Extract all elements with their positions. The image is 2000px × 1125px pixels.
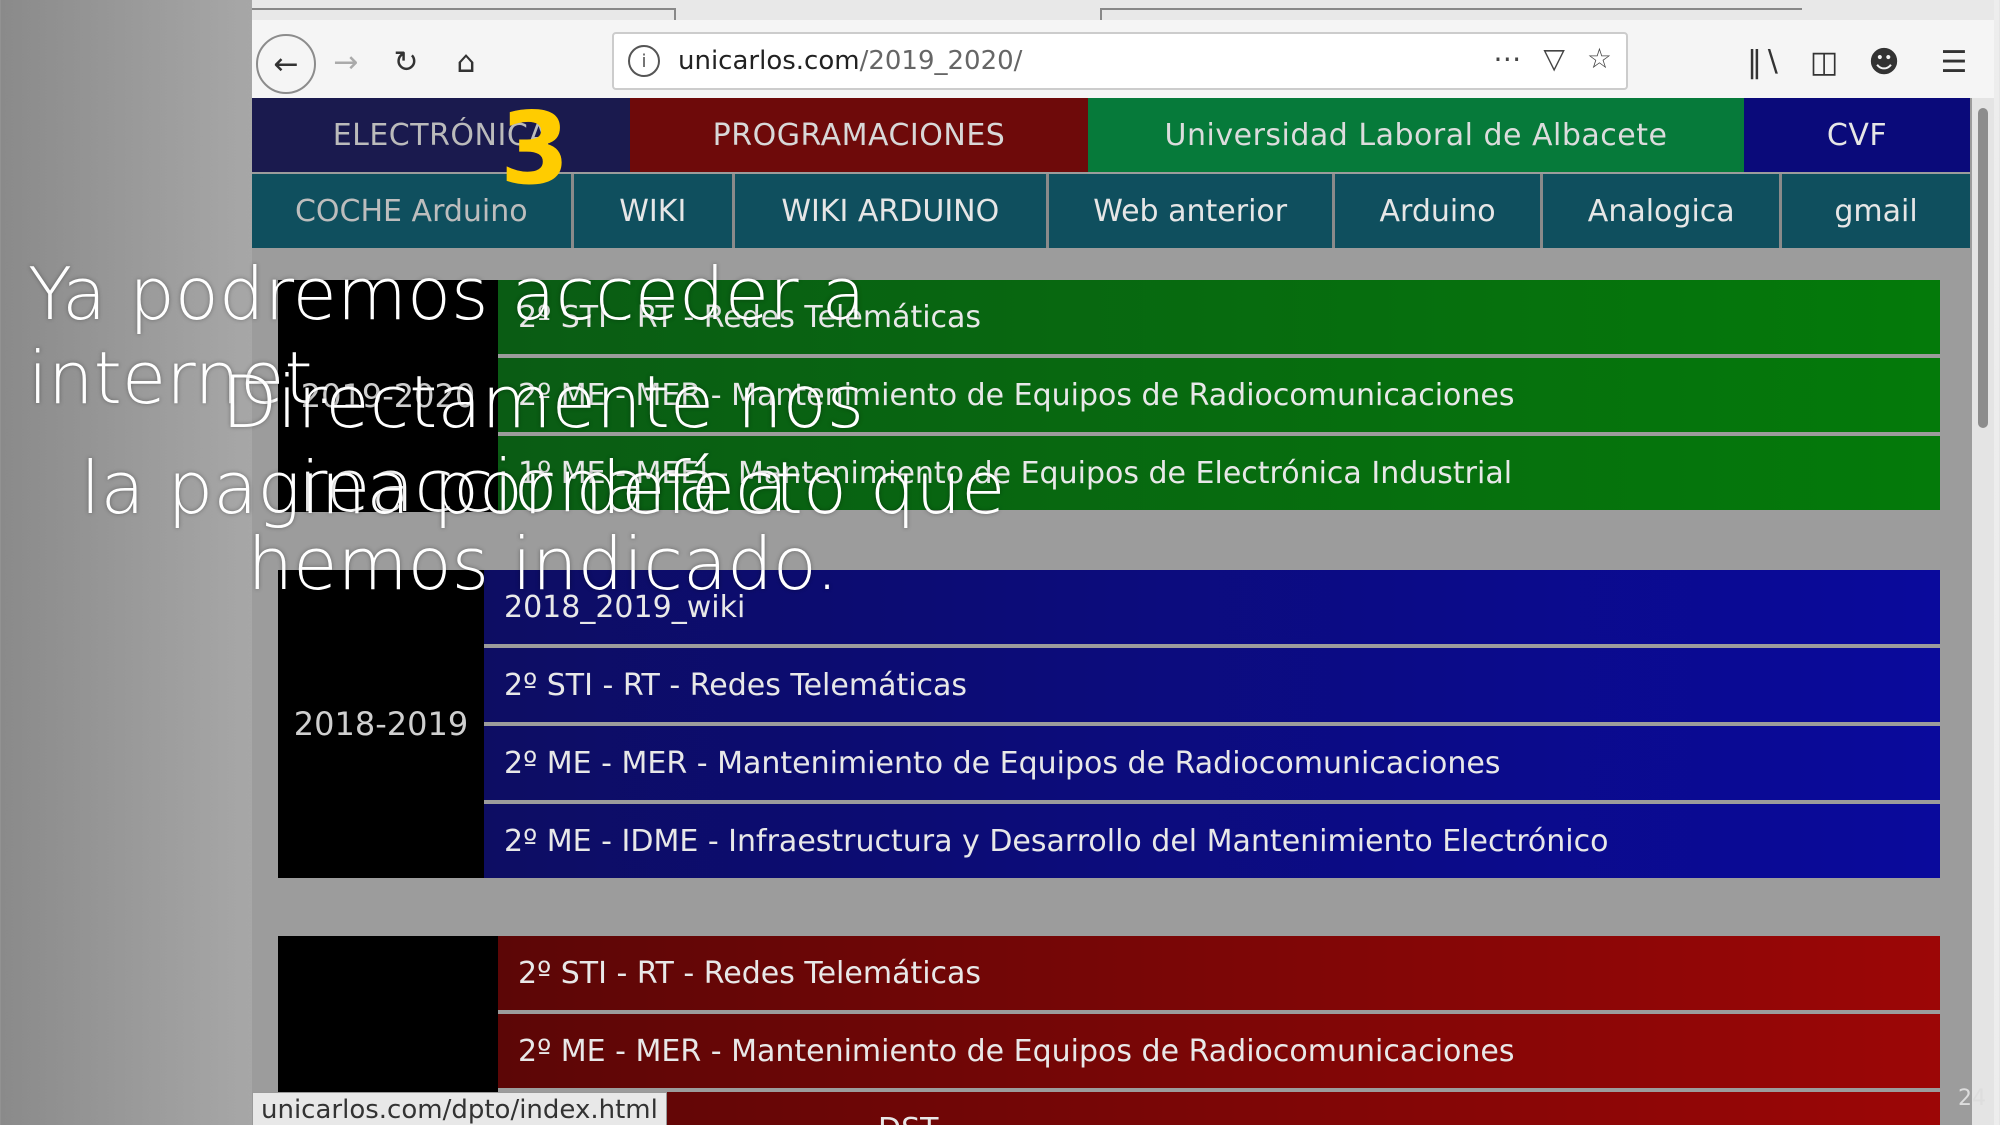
menu-gmail[interactable]: gmail — [1781, 174, 1970, 248]
star-icon[interactable]: ☆ — [1587, 42, 1612, 75]
menu-universidad[interactable]: Universidad Laboral de Albacete — [1088, 98, 1744, 172]
more-icon[interactable]: ⋯ — [1493, 42, 1521, 75]
home-icon[interactable]: ⌂ — [438, 34, 494, 90]
url-host: unicarlos.com — [678, 46, 860, 76]
forward-arrow-icon[interactable]: → — [318, 34, 374, 90]
list-item[interactable]: 2º STI - RT - Redes Telemáticas — [498, 936, 1940, 1010]
library-icon[interactable]: ‖∖ — [1736, 34, 1792, 90]
scroll-thumb[interactable] — [1978, 108, 1988, 428]
menu-electronica[interactable]: ELECTRÓNICA — [252, 98, 630, 172]
status-bar-url: unicarlos.com/dpto/index.html — [252, 1092, 667, 1125]
hamburger-menu-icon[interactable]: ☰ — [1926, 34, 1982, 90]
list-item[interactable]: 2º ME - MER - Mantenimiento de Equipos d… — [498, 1014, 1940, 1088]
sidebar-icon[interactable]: ◫ — [1796, 34, 1852, 90]
menu-wiki[interactable]: WIKI — [573, 174, 735, 248]
list-item[interactable]: 2º ME - MER - Mantenimiento de Equipos d… — [484, 726, 1940, 800]
url-path: /2019_2020/ — [859, 46, 1023, 76]
browser-toolbar: ← → ↻ ⌂ i unicarlos.com/2019_2020/ ⋯ ▽ ☆… — [252, 20, 1994, 98]
tab-strip — [252, 0, 1994, 22]
menu-programaciones[interactable]: PROGRAMACIONES — [630, 98, 1088, 172]
account-icon[interactable]: ☻ — [1856, 34, 1912, 90]
overlay-line-4: hemos indicado. — [247, 522, 839, 606]
info-icon[interactable]: i — [628, 45, 660, 77]
overlay-line-3: la pagina por defecto que — [80, 446, 1006, 530]
slide-number: 24 — [1958, 1086, 1986, 1111]
list-item[interactable]: 2º STI - RT - Redes Telemáticas — [484, 648, 1940, 722]
year-label: 2018-2019 — [278, 570, 484, 878]
vertical-scrollbar[interactable] — [1972, 98, 1994, 1125]
menu-cvf[interactable]: CVF — [1744, 98, 1970, 172]
list-item[interactable]: 2º ME - IDME - Infraestructura y Desarro… — [484, 804, 1940, 878]
menu-arduino[interactable]: Arduino — [1334, 174, 1544, 248]
menu-analogica[interactable]: Analogica — [1543, 174, 1782, 248]
list-item[interactable]: DST — [498, 1092, 1940, 1125]
step-number: 3 — [500, 90, 570, 207]
menu-web-anterior[interactable]: Web anterior — [1048, 174, 1335, 248]
back-arrow-icon[interactable]: ← — [256, 34, 316, 94]
pocket-icon[interactable]: ▽ — [1543, 42, 1565, 75]
reload-icon[interactable]: ↻ — [378, 34, 434, 90]
menu-wiki-arduino[interactable]: WIKI ARDUINO — [734, 174, 1049, 248]
address-bar[interactable]: i unicarlos.com/2019_2020/ ⋯ ▽ ☆ — [612, 32, 1628, 90]
